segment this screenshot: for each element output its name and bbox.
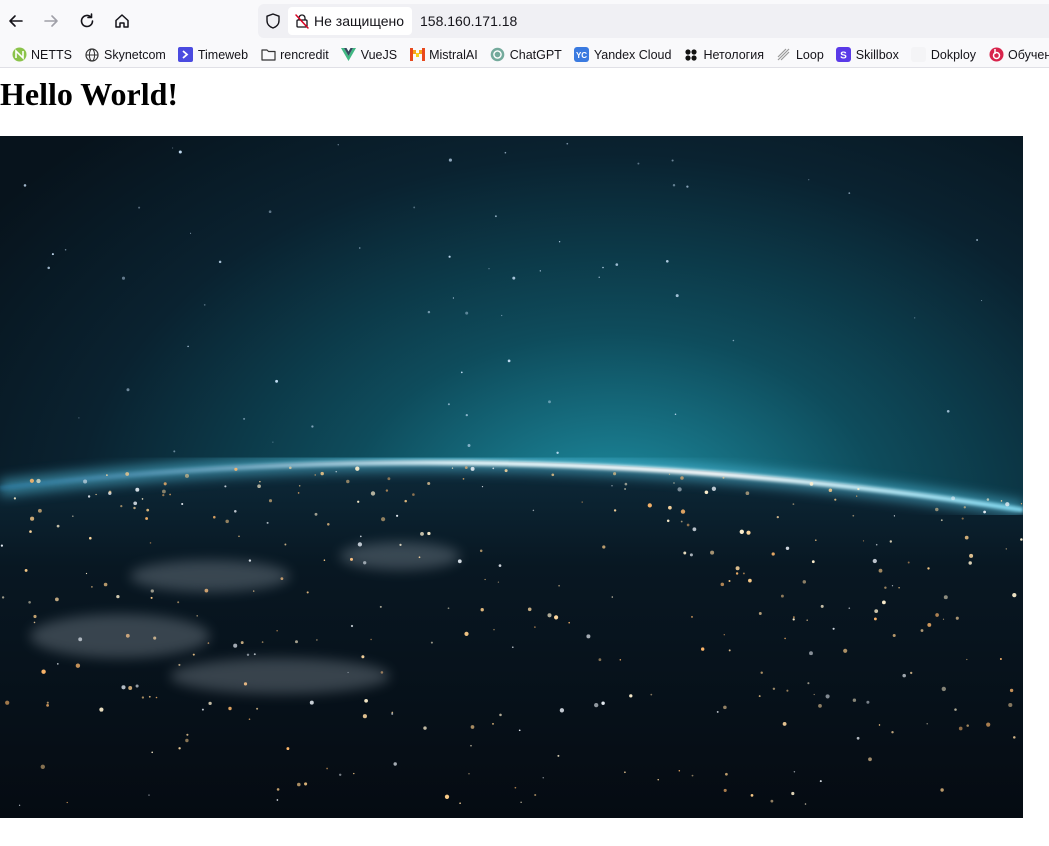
reload-button[interactable] [72,6,102,36]
timeweb-icon [178,47,194,63]
home-button[interactable] [107,6,137,36]
bookmark-label: Timeweb [197,47,249,62]
bookmark-item[interactable]: Skynetcom [84,47,166,63]
insecure-lock-icon [295,14,309,29]
bookmark-item[interactable]: Loop [776,47,824,63]
bookmark-item[interactable]: NETTS [11,47,72,63]
back-arrow-icon [9,15,23,27]
earth-at-night-image [0,136,1023,818]
svg-text:S: S [840,51,847,62]
forward-arrow-icon [44,15,58,27]
page-heading: Hello World! [0,76,179,112]
bookmark-label: MistralAI [429,47,478,62]
bookmark-item[interactable]: ChatGPT [490,47,562,63]
svg-text:YC: YC [576,51,587,60]
site-security-chip[interactable]: Не защищено [288,7,412,35]
bookmark-item[interactable]: Обучение Битр [988,47,1049,63]
bookmark-item[interactable]: rencredit [260,47,329,63]
bookmark-item[interactable]: Нетология [683,47,764,63]
bookmark-label: Loop [795,47,824,62]
bookmarks-toolbar: NETTS Skynetcom Timeweb rencredit VueJS Mistr… [0,42,1049,68]
back-button[interactable] [1,6,31,36]
bookmark-label: Skillbox [855,47,899,62]
bookmark-item[interactable]: MistralAI [409,47,478,63]
forward-button[interactable] [36,6,66,36]
netology-icon [683,47,699,63]
browser-toolbar: Не защищено 158.160.171.18 [0,0,1049,42]
chatgpt-icon [490,47,506,63]
bookmark-item[interactable]: Timeweb [178,47,248,63]
netts-icon [11,47,27,63]
bookmarks-list: NETTS Skynetcom Timeweb rencredit VueJS Mistr… [11,47,1049,63]
bitrix-icon [988,47,1004,63]
bookmark-item[interactable]: VueJS [341,47,397,63]
bookmark-label: NETTS [31,47,72,62]
skillbox-icon: S [836,47,852,63]
bookmark-label: VueJS [360,47,398,62]
address-bar[interactable]: Не защищено 158.160.171.18 [258,4,1049,38]
bookmark-label: Yandex Cloud [593,47,672,62]
tracking-protection-shield-icon[interactable] [264,12,282,30]
yandex-cloud-icon: YC [574,47,590,63]
bookmark-label: Нетология [703,47,764,62]
security-status-label: Не защищено [314,13,404,29]
bookmark-label: Обучение Битр [1008,47,1049,62]
bookmark-label: Skynetcom [103,47,166,62]
reload-icon [80,13,94,28]
folder-icon [260,47,276,63]
earth-at-night-illustration [0,136,1023,818]
vue-icon [341,47,357,63]
bookmark-item[interactable]: YC Yandex Cloud [574,47,672,63]
dokploy-icon [911,47,927,63]
bookmark-label: ChatGPT [509,47,562,62]
bookmark-label: rencredit [280,47,329,62]
bookmark-item[interactable]: S Skillbox [836,47,899,63]
mistral-icon [409,47,425,63]
home-icon [115,14,129,28]
url-text[interactable]: 158.160.171.18 [420,13,517,29]
bookmark-item[interactable]: Dokploy [911,47,976,63]
loop-icon [776,47,792,63]
bookmark-label: Dokploy [930,47,977,62]
globe-icon [84,47,100,63]
